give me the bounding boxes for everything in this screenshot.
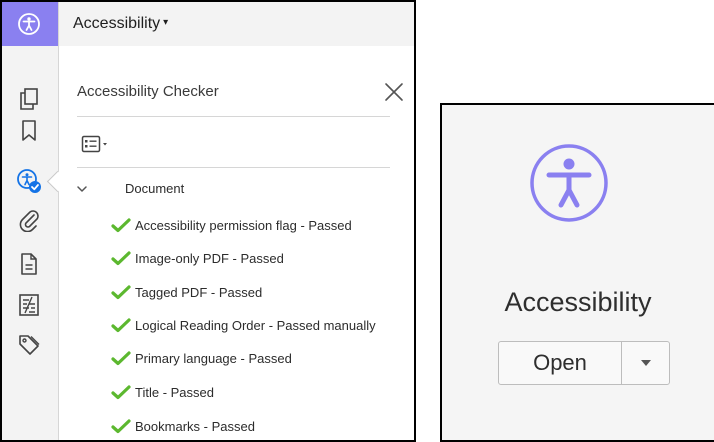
check-result-label: Accessibility permission flag - Passed bbox=[135, 217, 352, 233]
bookmark-icon[interactable] bbox=[16, 118, 42, 144]
pane-header: Accessibility ▾ bbox=[59, 2, 414, 46]
pane-title-label: Accessibility bbox=[73, 15, 161, 32]
accessibility-icon[interactable] bbox=[16, 11, 42, 37]
list-item[interactable]: Accessibility permission flag - Passed bbox=[111, 214, 352, 236]
open-button[interactable]: Open bbox=[499, 342, 621, 384]
tree-root-document[interactable]: Document bbox=[73, 178, 414, 200]
attachment-icon[interactable] bbox=[16, 207, 42, 233]
pane-title-dropdown[interactable]: Accessibility ▾ bbox=[73, 15, 168, 33]
tree-root-label: Document bbox=[125, 181, 185, 196]
chevron-down-icon bbox=[640, 360, 651, 366]
tool-name: Accessibility bbox=[504, 287, 652, 317]
accessibility-icon bbox=[530, 144, 608, 222]
accessibility-checker-icon[interactable] bbox=[16, 168, 42, 194]
document-properties-icon[interactable] bbox=[16, 251, 42, 277]
list-item[interactable]: Primary language - Passed bbox=[111, 347, 292, 369]
check-result-label: Primary language - Passed bbox=[135, 350, 292, 366]
close-icon[interactable] bbox=[383, 81, 405, 103]
pages-icon[interactable] bbox=[16, 86, 42, 112]
checkmark-icon bbox=[111, 251, 131, 266]
checker-title: Accessibility Checker bbox=[77, 83, 219, 100]
chevron-down-icon: ▾ bbox=[163, 17, 169, 28]
checkmark-icon bbox=[111, 351, 131, 366]
list-options-icon bbox=[81, 135, 101, 153]
accessibility-side-panel: Accessibility ▾ Accessibility Checker Do… bbox=[0, 0, 416, 442]
list-item[interactable]: Tagged PDF - Passed bbox=[111, 281, 262, 303]
chevron-down-icon[interactable] bbox=[75, 182, 89, 196]
check-result-label: Bookmarks - Passed bbox=[135, 418, 255, 434]
tool-rail bbox=[2, 2, 58, 440]
compare-icon[interactable] bbox=[16, 292, 42, 318]
open-split-button: Open bbox=[498, 341, 670, 385]
checkmark-icon bbox=[111, 318, 131, 333]
check-result-label: Tagged PDF - Passed bbox=[135, 284, 263, 300]
list-item[interactable]: Logical Reading Order - Passed manually bbox=[111, 314, 376, 336]
checkmark-icon bbox=[111, 419, 131, 434]
list-item[interactable]: Title - Passed bbox=[111, 381, 214, 403]
chevron-down-icon bbox=[103, 143, 107, 146]
accessibility-pane: Accessibility ▾ Accessibility Checker Do… bbox=[58, 2, 414, 440]
divider bbox=[77, 116, 390, 117]
checkmark-icon bbox=[111, 218, 131, 233]
check-result-label: Title - Passed bbox=[135, 384, 214, 400]
accessibility-tool-card: Accessibility Open bbox=[440, 103, 714, 442]
tag-icon[interactable] bbox=[16, 332, 42, 358]
list-item[interactable]: Image-only PDF - Passed bbox=[111, 247, 284, 269]
open-dropdown-button[interactable] bbox=[622, 342, 669, 384]
check-result-label: Logical Reading Order - Passed manually bbox=[135, 317, 376, 333]
check-result-label: Image-only PDF - Passed bbox=[135, 250, 284, 266]
checkmark-icon bbox=[111, 285, 131, 300]
list-item[interactable]: Bookmarks - Passed bbox=[111, 415, 255, 437]
checkmark-icon bbox=[111, 385, 131, 400]
options-menu-button[interactable] bbox=[81, 133, 115, 155]
divider bbox=[77, 167, 390, 168]
